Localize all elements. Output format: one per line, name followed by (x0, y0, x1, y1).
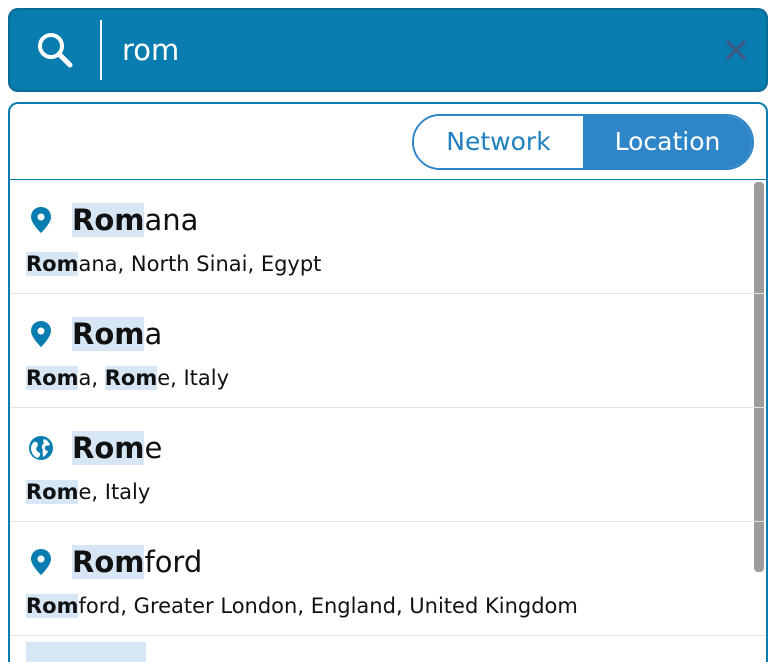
result-name: Roma (72, 317, 162, 351)
highlight-stub (26, 642, 146, 662)
map-pin-icon (26, 319, 56, 349)
subtitle-highlight: Rom (26, 366, 79, 390)
subtitle-text: ana, North Sinai, Egypt (78, 252, 322, 276)
result-name-rest: a (144, 317, 163, 351)
result-name-highlight: Rom (72, 431, 145, 465)
subtitle-text: e, Italy (78, 480, 151, 504)
results-list: Romana Romana, North Sinai, Egypt Roma Roma… (10, 180, 766, 662)
result-item[interactable]: Romana Romana, North Sinai, Egypt (10, 180, 766, 294)
globe-icon (26, 433, 56, 463)
search-mode-toggle: Network Location (412, 113, 754, 170)
result-name-highlight: Rom (72, 203, 145, 237)
search-divider (100, 20, 102, 80)
result-name: Rome (72, 431, 162, 465)
toggle-network[interactable]: Network (414, 115, 583, 168)
search-results-panel: Network Location Romana Romana, North Sin… (8, 102, 768, 662)
result-name-highlight: Rom (72, 545, 145, 579)
result-subtitle: Rome, Italy (26, 480, 746, 504)
result-title-row: Romana (26, 180, 746, 260)
result-item[interactable]: Roma Roma, Rome, Italy (10, 294, 766, 408)
map-pin-icon (26, 547, 56, 577)
result-name-highlight: Rom (72, 317, 145, 351)
subtitle-text: ford, Greater London, England, United Ki… (78, 594, 578, 618)
result-subtitle: Roma, Rome, Italy (26, 366, 746, 390)
result-item[interactable]: Rome Rome, Italy (10, 408, 766, 522)
result-name-rest: ana (144, 203, 199, 237)
search-bar (8, 8, 768, 92)
result-name: Romana (72, 203, 198, 237)
subtitle-highlight: Rom (26, 594, 79, 618)
subtitle-text: a, (78, 366, 105, 390)
subtitle-text: e, Italy (157, 366, 230, 390)
result-title-row: Roma (26, 294, 746, 374)
partial-result-row (10, 636, 766, 662)
result-name-rest: ford (144, 545, 203, 579)
location-search-screen: Network Location RomanaRomana, North Sin… (0, 0, 768, 662)
search-icon[interactable] (10, 10, 100, 90)
result-name: Romford (72, 545, 202, 579)
toggle-location[interactable]: Location (583, 115, 752, 168)
subtitle-highlight: Rom (26, 252, 79, 276)
result-name-rest: e (144, 431, 163, 465)
result-item[interactable]: Romford Romford, Greater London, England,… (10, 522, 766, 636)
subtitle-highlight: Rom (26, 480, 79, 504)
subtitle-highlight: Rom (104, 366, 158, 390)
close-icon[interactable] (706, 10, 766, 90)
result-title-row: Romford (26, 522, 746, 602)
result-subtitle: Romana, North Sinai, Egypt (26, 252, 746, 276)
search-mode-row: Network Location (10, 104, 766, 180)
result-subtitle: Romford, Greater London, England, United… (26, 594, 746, 618)
map-pin-icon (26, 205, 56, 235)
result-title-row: Rome (26, 408, 746, 488)
search-input[interactable] (102, 10, 706, 90)
